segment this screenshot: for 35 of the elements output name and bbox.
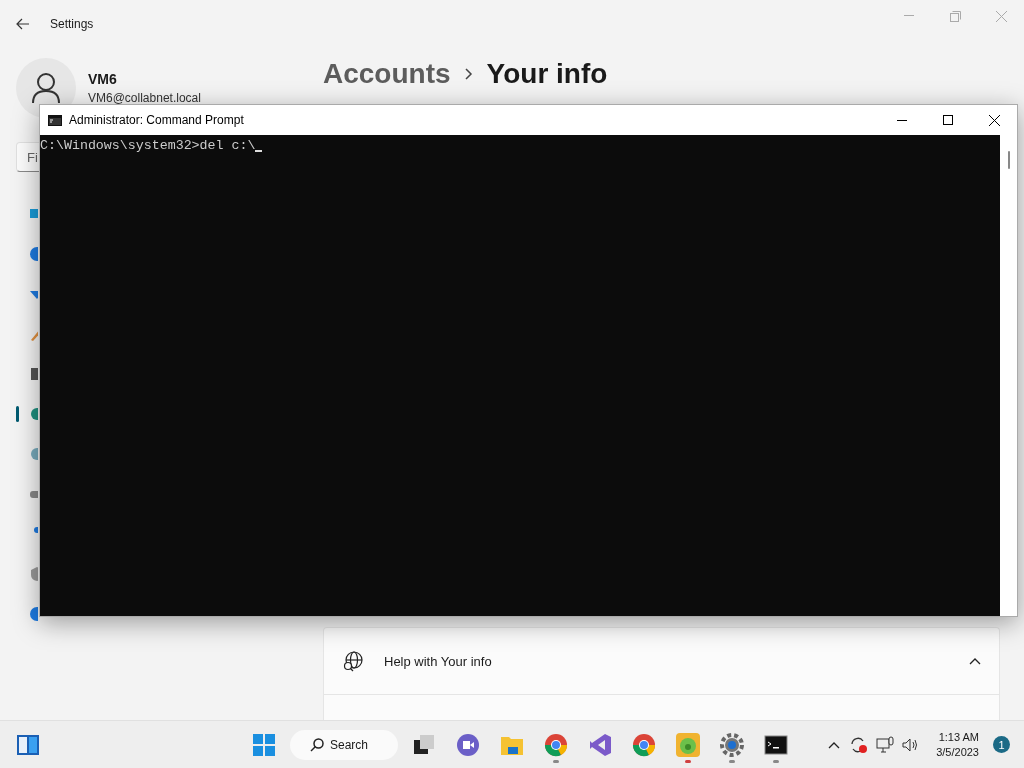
scrollbar[interactable] [1000,135,1017,616]
notification-badge[interactable]: 1 [993,736,1010,753]
browser-icon[interactable] [544,733,568,757]
window-title: Settings [50,17,95,31]
text-cursor [255,149,263,152]
console-text: C:\Windows\system32>del c:\ [40,138,256,153]
clock[interactable]: 1:13 AM 3/5/2023 [936,729,979,760]
close-icon[interactable] [988,114,1000,126]
code-editor-icon[interactable] [588,733,612,757]
globe-search-icon [342,650,364,672]
chevron-right-icon [464,68,473,80]
maximize-icon[interactable] [943,115,953,125]
back-icon[interactable] [16,18,30,30]
window-title: Administrator: Command Prompt [69,113,245,127]
start-icon[interactable] [252,733,276,757]
network-icon[interactable] [876,736,895,753]
chevron-up-icon[interactable] [828,740,841,749]
settings-icon[interactable] [720,733,744,757]
folder-icon[interactable] [500,734,524,756]
game-icon[interactable] [675,732,701,758]
terminal-icon [48,114,62,126]
card-title: Help with Your info [384,653,493,669]
breadcrumb-item: Your info [486,58,608,90]
chevron-up-icon[interactable] [969,657,981,665]
terminal-icon[interactable] [764,735,788,755]
search-button[interactable]: Search [290,730,398,760]
browser-icon[interactable] [632,733,656,757]
sync-icon[interactable] [848,735,869,754]
minimize-icon[interactable] [897,119,907,121]
user-name: VM6 [88,71,118,87]
search-icon [310,738,324,752]
video-chat-icon[interactable] [456,733,480,757]
widgets-icon[interactable] [16,733,40,756]
user-email: VM6@collabnet.local [88,91,201,105]
breadcrumb-item[interactable]: Accounts [323,58,451,90]
